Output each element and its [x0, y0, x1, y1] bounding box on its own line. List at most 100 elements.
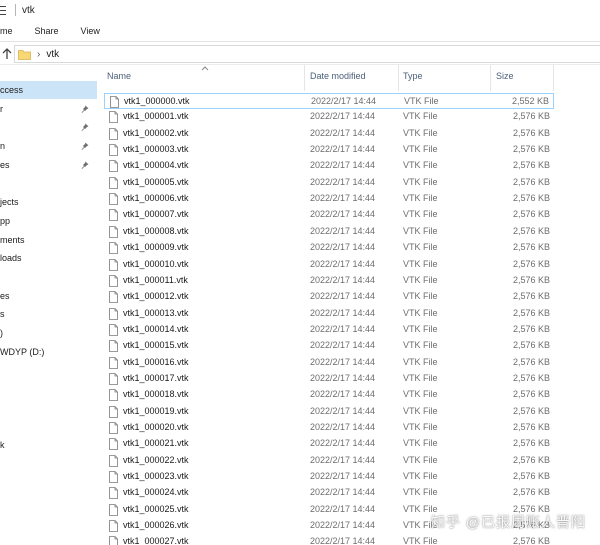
file-size: 2,576 KB: [512, 127, 550, 138]
file-date-modified: 2022/2/17 14:44: [310, 520, 376, 531]
sidebar-item[interactable]: s: [0, 305, 97, 323]
file-row[interactable]: vtk1_000002.vtk 2022/2/17 14:44 VTK File 2,…: [104, 126, 554, 142]
file-icon: [109, 520, 118, 532]
sidebar-item[interactable]: es: [0, 156, 97, 174]
file-date-modified: 2022/2/17 14:44: [310, 323, 376, 334]
file-size: 2,576 KB: [512, 144, 550, 155]
file-row[interactable]: vtk1_000005.vtk 2022/2/17 14:44 VTK File 2,…: [104, 175, 554, 191]
sidebar-item[interactable]: [0, 399, 97, 417]
file-date-modified: 2022/2/17 14:44: [310, 144, 376, 155]
pin-icon[interactable]: [81, 123, 89, 132]
file-name: vtk1_000005.vtk: [123, 176, 189, 187]
file-row[interactable]: vtk1_000022.vtk 2022/2/17 14:44 VTK File 2,…: [104, 453, 554, 469]
file-type: VTK File: [403, 176, 438, 187]
sidebar-item[interactable]: k: [0, 436, 97, 454]
file-row[interactable]: vtk1_000016.vtk 2022/2/17 14:44 VTK File 2,…: [104, 355, 554, 371]
tab-share[interactable]: Share: [35, 26, 59, 36]
sidebar-item[interactable]: [0, 418, 97, 436]
column-divider[interactable]: [398, 65, 399, 91]
file-row[interactable]: vtk1_000001.vtk 2022/2/17 14:44 VTK File 2,…: [104, 109, 554, 125]
sidebar-item[interactable]: pp: [0, 212, 97, 230]
file-icon: [109, 127, 118, 140]
pin-icon[interactable]: [81, 161, 89, 169]
file-row[interactable]: vtk1_000003.vtk 2022/2/17 14:44 VTK File 2,…: [104, 142, 554, 158]
file-row[interactable]: vtk1_000015.vtk 2022/2/17 14:44 VTK File 2,…: [104, 338, 554, 354]
column-divider[interactable]: [304, 65, 305, 91]
sort-ascending-icon: [201, 66, 209, 71]
pin-icon[interactable]: [81, 105, 89, 113]
file-row[interactable]: vtk1_000024.vtk 2022/2/17 14:44 VTK File 2,…: [104, 485, 554, 501]
file-row[interactable]: vtk1_000021.vtk 2022/2/17 14:44 VTK File 2,…: [104, 436, 554, 452]
file-row[interactable]: vtk1_000012.vtk 2022/2/17 14:44 VTK File 2,…: [104, 289, 554, 305]
file-date-modified: 2022/2/17 14:44: [310, 242, 376, 253]
file-row[interactable]: vtk1_000009.vtk 2022/2/17 14:44 VTK File 2,…: [104, 240, 554, 256]
address-box[interactable]: › vtk: [14, 45, 600, 63]
file-icon: [109, 258, 118, 271]
pin-icon[interactable]: [81, 142, 89, 151]
sidebar-item[interactable]: n: [0, 137, 97, 155]
sidebar-item[interactable]: [0, 362, 97, 380]
file-row[interactable]: vtk1_000019.vtk 2022/2/17 14:44 VTK File 2,…: [104, 404, 554, 420]
file-row[interactable]: vtk1_000010.vtk 2022/2/17 14:44 VTK File 2,…: [104, 257, 554, 273]
file-type: VTK File: [403, 209, 438, 220]
file-name: vtk1_000014.vtk: [123, 323, 189, 334]
sidebar-item[interactable]: ccess: [0, 81, 97, 99]
file-date-modified: 2022/2/17 14:44: [310, 127, 376, 138]
column-divider[interactable]: [490, 65, 491, 91]
tab-view[interactable]: View: [81, 26, 100, 36]
file-date-modified: 2022/2/17 14:44: [310, 471, 376, 482]
file-type: VTK File: [403, 372, 438, 383]
file-row[interactable]: vtk1_000027.vtk 2022/2/17 14:44 VTK File 2,…: [104, 534, 554, 545]
file-type: VTK File: [404, 96, 439, 106]
sidebar-item[interactable]: [0, 118, 97, 136]
file-name: vtk1_000020.vtk: [123, 422, 189, 432]
breadcrumb-vtk[interactable]: vtk: [46, 49, 59, 60]
column-header-type[interactable]: Type: [403, 71, 423, 81]
file-row[interactable]: vtk1_000023.vtk 2022/2/17 14:44 VTK File 2,…: [104, 469, 554, 485]
sidebar-item[interactable]: WDYP (D:): [0, 343, 97, 361]
file-row[interactable]: vtk1_000011.vtk 2022/2/17 14:44 VTK File 2,…: [104, 273, 554, 289]
file-row[interactable]: vtk1_000007.vtk 2022/2/17 14:44 VTK File 2,…: [104, 207, 554, 223]
sidebar-item-label: es: [0, 159, 10, 170]
up-button[interactable]: [0, 47, 14, 61]
column-header-size[interactable]: Size: [496, 71, 514, 81]
sidebar-item[interactable]: ): [0, 324, 97, 342]
file-type: VTK File: [403, 487, 438, 498]
sidebar-item[interactable]: es: [0, 287, 97, 305]
breadcrumb-chevron-icon[interactable]: ›: [37, 49, 40, 60]
sidebar-item[interactable]: jects: [0, 193, 97, 211]
sidebar-item[interactable]: r: [0, 100, 97, 118]
quick-access-toolbar-icon[interactable]: [0, 4, 7, 16]
file-name: vtk1_000017.vtk: [123, 372, 189, 383]
file-type: VTK File: [403, 536, 438, 545]
file-row[interactable]: vtk1_000000.vtk 2022/2/17 14:44 VTK File 2,…: [104, 93, 554, 110]
file-row[interactable]: vtk1_000004.vtk 2022/2/17 14:44 VTK File 2,…: [104, 158, 554, 174]
sidebar-item[interactable]: loads: [0, 249, 97, 267]
sidebar-item[interactable]: [0, 380, 97, 398]
file-icon: [109, 242, 118, 255]
file-type: VTK File: [403, 454, 438, 465]
file-row[interactable]: vtk1_000013.vtk 2022/2/17 14:44 VTK File 2,…: [104, 306, 554, 322]
sidebar-item[interactable]: ments: [0, 231, 97, 249]
file-icon: [109, 373, 118, 385]
column-header-date[interactable]: Date modified: [310, 71, 366, 81]
file-row[interactable]: vtk1_000008.vtk 2022/2/17 14:44 VTK File 2,…: [104, 224, 554, 240]
file-icon: [109, 503, 118, 516]
file-icon: [109, 209, 118, 222]
file-row[interactable]: vtk1_000017.vtk 2022/2/17 14:44 VTK File 2,…: [104, 371, 554, 387]
file-icon: [109, 340, 118, 353]
file-size: 2,576 KB: [512, 274, 550, 285]
file-name: vtk1_000021.vtk: [123, 438, 189, 449]
file-row[interactable]: vtk1_000014.vtk 2022/2/17 14:44 VTK File 2,…: [104, 322, 554, 338]
file-row[interactable]: vtk1_000020.vtk 2022/2/17 14:44 VTK File 2,…: [104, 420, 554, 436]
file-size: 2,576 KB: [512, 209, 550, 220]
sidebar-item[interactable]: [0, 175, 97, 193]
column-divider[interactable]: [553, 65, 554, 91]
sidebar-item[interactable]: [0, 268, 97, 286]
file-row[interactable]: vtk1_000006.vtk 2022/2/17 14:44 VTK File 2,…: [104, 191, 554, 207]
file-icon: [109, 274, 118, 287]
tab-home[interactable]: me: [0, 26, 13, 36]
file-icon: [109, 323, 118, 336]
file-row[interactable]: vtk1_000018.vtk 2022/2/17 14:44 VTK File 2,…: [104, 387, 554, 403]
column-header-name[interactable]: Name: [107, 71, 131, 81]
